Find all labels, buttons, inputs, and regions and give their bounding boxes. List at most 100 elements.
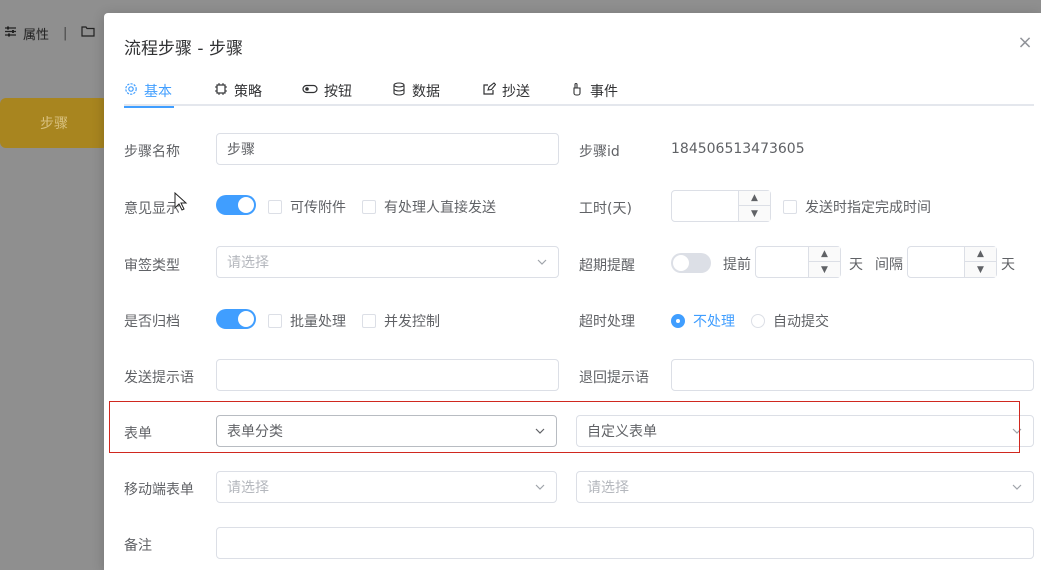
remark-label: 备注: [124, 538, 152, 554]
tab-strategy[interactable]: 策略: [214, 76, 262, 106]
remind-interval-stepper[interactable]: ▲ ▼: [907, 246, 997, 278]
tab-events-label: 事件: [590, 84, 618, 100]
checkbox-box: [362, 314, 376, 328]
step-name-label: 步骤名称: [124, 144, 180, 160]
remind-interval-label: 间隔: [875, 257, 903, 273]
chevron-down-icon: [1012, 428, 1022, 434]
handler-direct-send-checkbox[interactable]: 有处理人直接发送: [362, 197, 496, 217]
radio-dot: [751, 314, 765, 328]
database-icon: [392, 82, 406, 100]
toggle-icon: [302, 82, 318, 100]
chevron-up-icon[interactable]: ▲: [739, 191, 770, 206]
stepper-buttons: ▲ ▼: [964, 247, 996, 277]
mouse-cursor-icon: [174, 192, 188, 211]
tab-buttons[interactable]: 按钮: [302, 76, 352, 106]
remark-input[interactable]: [216, 527, 1034, 559]
specify-finish-time-checkbox[interactable]: 发送时指定完成时间: [783, 197, 931, 217]
timeout-option-none-label: 不处理: [693, 314, 735, 330]
overdue-remind-label: 超期提醒: [579, 258, 635, 274]
tab-events[interactable]: 事件: [570, 76, 618, 106]
timeout-option-none[interactable]: 不处理: [671, 311, 735, 331]
concurrency-control-label: 并发控制: [384, 314, 440, 330]
timeout-process-label: 超时处理: [579, 314, 635, 330]
batch-process-checkbox[interactable]: 批量处理: [268, 311, 346, 331]
toolbar-attr-label[interactable]: 属性: [23, 24, 49, 43]
chevron-down-icon[interactable]: ▼: [965, 262, 996, 277]
chevron-down-icon: [535, 484, 545, 490]
sign-type-placeholder: 请选择: [227, 255, 269, 271]
return-prompt-input[interactable]: [671, 359, 1034, 391]
workhours-label: 工时(天): [579, 201, 632, 217]
overdue-remind-switch[interactable]: [671, 253, 711, 273]
chevron-down-icon[interactable]: ▼: [809, 262, 840, 277]
remind-before-stepper[interactable]: ▲ ▼: [755, 246, 841, 278]
tab-cc[interactable]: 抄送: [482, 76, 530, 106]
gear-icon: [124, 82, 138, 100]
tab-data[interactable]: 数据: [392, 76, 440, 106]
mobile-form-category-select[interactable]: 请选择: [216, 471, 557, 503]
folder-icon[interactable]: [81, 25, 96, 41]
checkbox-box: [268, 200, 282, 214]
tab-basic[interactable]: 基本: [124, 76, 174, 108]
send-prompt-label: 发送提示语: [124, 370, 194, 386]
step-id-value: 184506513473605: [671, 141, 805, 157]
background-toolbar: 属性 |: [0, 13, 104, 53]
remind-interval-unit: 天: [1001, 257, 1015, 273]
chevron-up-icon[interactable]: ▲: [965, 247, 996, 262]
stepper-buttons: ▲ ▼: [808, 247, 840, 277]
remind-before-unit: 天: [849, 257, 863, 273]
return-prompt-label: 退回提示语: [579, 370, 649, 386]
mobile-form-label: 移动端表单: [124, 482, 194, 498]
checkbox-box: [362, 200, 376, 214]
tab-strategy-label: 策略: [234, 84, 262, 100]
send-prompt-input[interactable]: [216, 359, 559, 391]
flow-step-node[interactable]: 步骤: [0, 98, 108, 148]
chip-icon: [214, 82, 228, 100]
tab-cc-label: 抄送: [502, 84, 530, 100]
stepper-buttons: ▲ ▼: [738, 191, 770, 221]
flow-step-node-label: 步骤: [40, 116, 68, 132]
hand-icon: [570, 82, 584, 100]
form-label: 表单: [124, 426, 152, 442]
specify-finish-time-label: 发送时指定完成时间: [805, 200, 931, 216]
step-name-input[interactable]: 步骤: [216, 133, 559, 165]
handler-direct-send-label: 有处理人直接发送: [384, 200, 496, 216]
sliders-icon[interactable]: [4, 25, 17, 42]
mobile-form-select[interactable]: 请选择: [576, 471, 1034, 503]
chevron-up-icon[interactable]: ▲: [809, 247, 840, 262]
sign-type-select[interactable]: 请选择: [216, 246, 559, 278]
toolbar-separator: |: [63, 25, 68, 41]
checkbox-box: [783, 200, 797, 214]
timeout-option-auto-label: 自动提交: [773, 314, 829, 330]
mobile-form-category-placeholder: 请选择: [227, 480, 269, 496]
archive-label: 是否归档: [124, 314, 180, 330]
batch-process-label: 批量处理: [290, 314, 346, 330]
timeout-option-auto[interactable]: 自动提交: [751, 311, 829, 331]
archive-switch[interactable]: [216, 309, 256, 329]
workhours-stepper[interactable]: ▲ ▼: [671, 190, 771, 222]
attach-upload-label: 可传附件: [290, 200, 346, 216]
dialog-title: 流程步骤 - 步骤: [124, 39, 243, 59]
form-category-select[interactable]: 表单分类: [216, 415, 557, 447]
chevron-down-icon[interactable]: ▼: [739, 206, 770, 221]
tab-buttons-label: 按钮: [324, 84, 352, 100]
chevron-down-icon: [535, 428, 545, 434]
tab-active-indicator: [124, 106, 174, 108]
step-name-value: 步骤: [227, 142, 255, 158]
tab-basic-label: 基本: [144, 84, 172, 100]
chevron-down-icon: [1012, 484, 1022, 490]
attach-upload-checkbox[interactable]: 可传附件: [268, 197, 346, 217]
mobile-form-placeholder: 请选择: [587, 480, 629, 496]
form-custom-select[interactable]: 自定义表单: [576, 415, 1034, 447]
step-id-label: 步骤id: [579, 144, 620, 160]
concurrency-control-checkbox[interactable]: 并发控制: [362, 311, 440, 331]
sign-type-label: 审签类型: [124, 258, 180, 274]
form-category-value: 表单分类: [227, 424, 283, 440]
step-dialog: 流程步骤 - 步骤 × 基本 策略 按钮 数据 抄送 事件 步骤名称 步骤 步骤…: [104, 13, 1041, 570]
chevron-down-icon: [537, 259, 547, 265]
checkbox-box: [268, 314, 282, 328]
close-icon[interactable]: ×: [1017, 34, 1033, 52]
form-custom-value: 自定义表单: [587, 424, 657, 440]
opinion-show-switch[interactable]: [216, 195, 256, 215]
tab-bar: 基本 策略 按钮 数据 抄送 事件: [124, 76, 1034, 108]
